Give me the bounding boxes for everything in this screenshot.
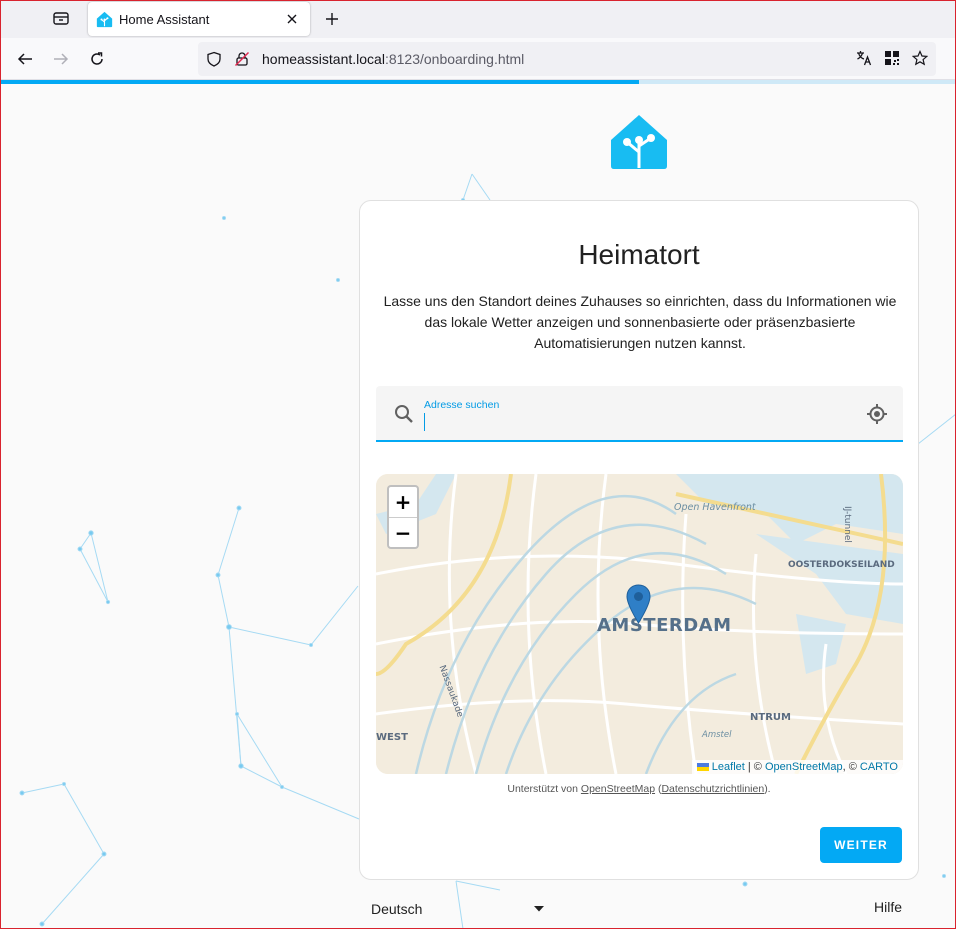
tab-strip: Home Assistant [0, 0, 956, 38]
attribution-separator-1: | © [744, 761, 765, 773]
map-label-open-havenfront: Open Havenfront [674, 502, 756, 513]
address-search-field[interactable]: Adresse suchen [376, 386, 903, 442]
map-label-ij-tunnel: IJ-tunnel [842, 506, 852, 543]
home-assistant-icon [96, 11, 113, 27]
map-label-amsterdam: AMSTERDAM [597, 615, 732, 636]
credit-prefix: Unterstützt von [507, 783, 581, 795]
onboarding-card: Heimatort Lasse uns den Standort deines … [359, 200, 919, 880]
map-label-oosterdokseiland: OOSTERDOKSEILAND [788, 560, 895, 570]
url-host: homeassistant.local [262, 51, 385, 67]
arrow-right-icon[interactable] [47, 45, 75, 73]
address-bar[interactable]: homeassistant.local:8123/onboarding.html [198, 42, 936, 76]
map-credit: Unterstützt von OpenStreetMap (Datenschu… [360, 783, 918, 795]
plus-icon[interactable] [318, 5, 346, 33]
language-value: Deutsch [371, 901, 423, 917]
carto-link[interactable]: CARTO [860, 761, 898, 773]
search-icon [395, 405, 413, 423]
tab-title: Home Assistant [119, 11, 210, 27]
language-selector[interactable]: Deutsch [371, 899, 545, 919]
navigation-toolbar: homeassistant.local:8123/onboarding.html [0, 38, 956, 80]
url-text[interactable]: homeassistant.local:8123/onboarding.html [262, 51, 524, 67]
openstreetmap-link[interactable]: OpenStreetMap [581, 783, 655, 795]
map-label-centrum: NTRUM [750, 712, 791, 723]
arrow-left-icon[interactable] [11, 45, 39, 73]
home-assistant-logo [611, 115, 667, 169]
map-zoom-control: + − [387, 485, 419, 549]
privacy-policy-link[interactable]: Datenschutzrichtlinien [661, 783, 764, 795]
zoom-in-button[interactable]: + [389, 487, 417, 517]
search-label: Adresse suchen [424, 399, 500, 411]
map-label-west: WEST [376, 732, 408, 743]
page-description: Lasse uns den Standort deines Zuhauses s… [383, 293, 897, 351]
attribution-separator-2: , © [842, 761, 860, 773]
url-path: :8123/onboarding.html [384, 51, 525, 67]
translate-icon[interactable] [852, 46, 876, 70]
ukraine-flag-icon [696, 763, 709, 771]
location-marker-icon[interactable] [626, 584, 651, 624]
reload-icon[interactable] [83, 45, 111, 73]
star-icon[interactable] [908, 46, 932, 70]
crosshair-icon[interactable] [865, 402, 889, 426]
next-button[interactable]: WEITER [820, 827, 902, 863]
tab-overview-icon[interactable] [44, 4, 78, 32]
qr-code-icon[interactable] [880, 46, 904, 70]
openstreetmap-attribution-link[interactable]: OpenStreetMap [765, 761, 843, 773]
help-link[interactable]: Hilfe [874, 899, 902, 915]
zoom-out-button[interactable]: − [389, 517, 417, 547]
map-label-amstel: Amstel [702, 730, 732, 740]
browser-tab[interactable]: Home Assistant [88, 2, 310, 36]
caret-down-icon [534, 906, 544, 912]
page-title: Heimatort [578, 239, 700, 270]
insecure-lock-icon[interactable] [230, 47, 254, 71]
credit-suffix: ). [764, 783, 771, 795]
shield-icon[interactable] [202, 47, 226, 71]
leaflet-link[interactable]: Leaflet [712, 761, 745, 773]
map-attribution: Leaflet | © OpenStreetMap, © CARTO [691, 760, 903, 774]
location-map[interactable]: Open Havenfront OOSTERDOKSEILAND IJ-tunn… [376, 474, 903, 774]
close-icon[interactable] [280, 7, 304, 31]
search-input[interactable] [424, 413, 844, 431]
